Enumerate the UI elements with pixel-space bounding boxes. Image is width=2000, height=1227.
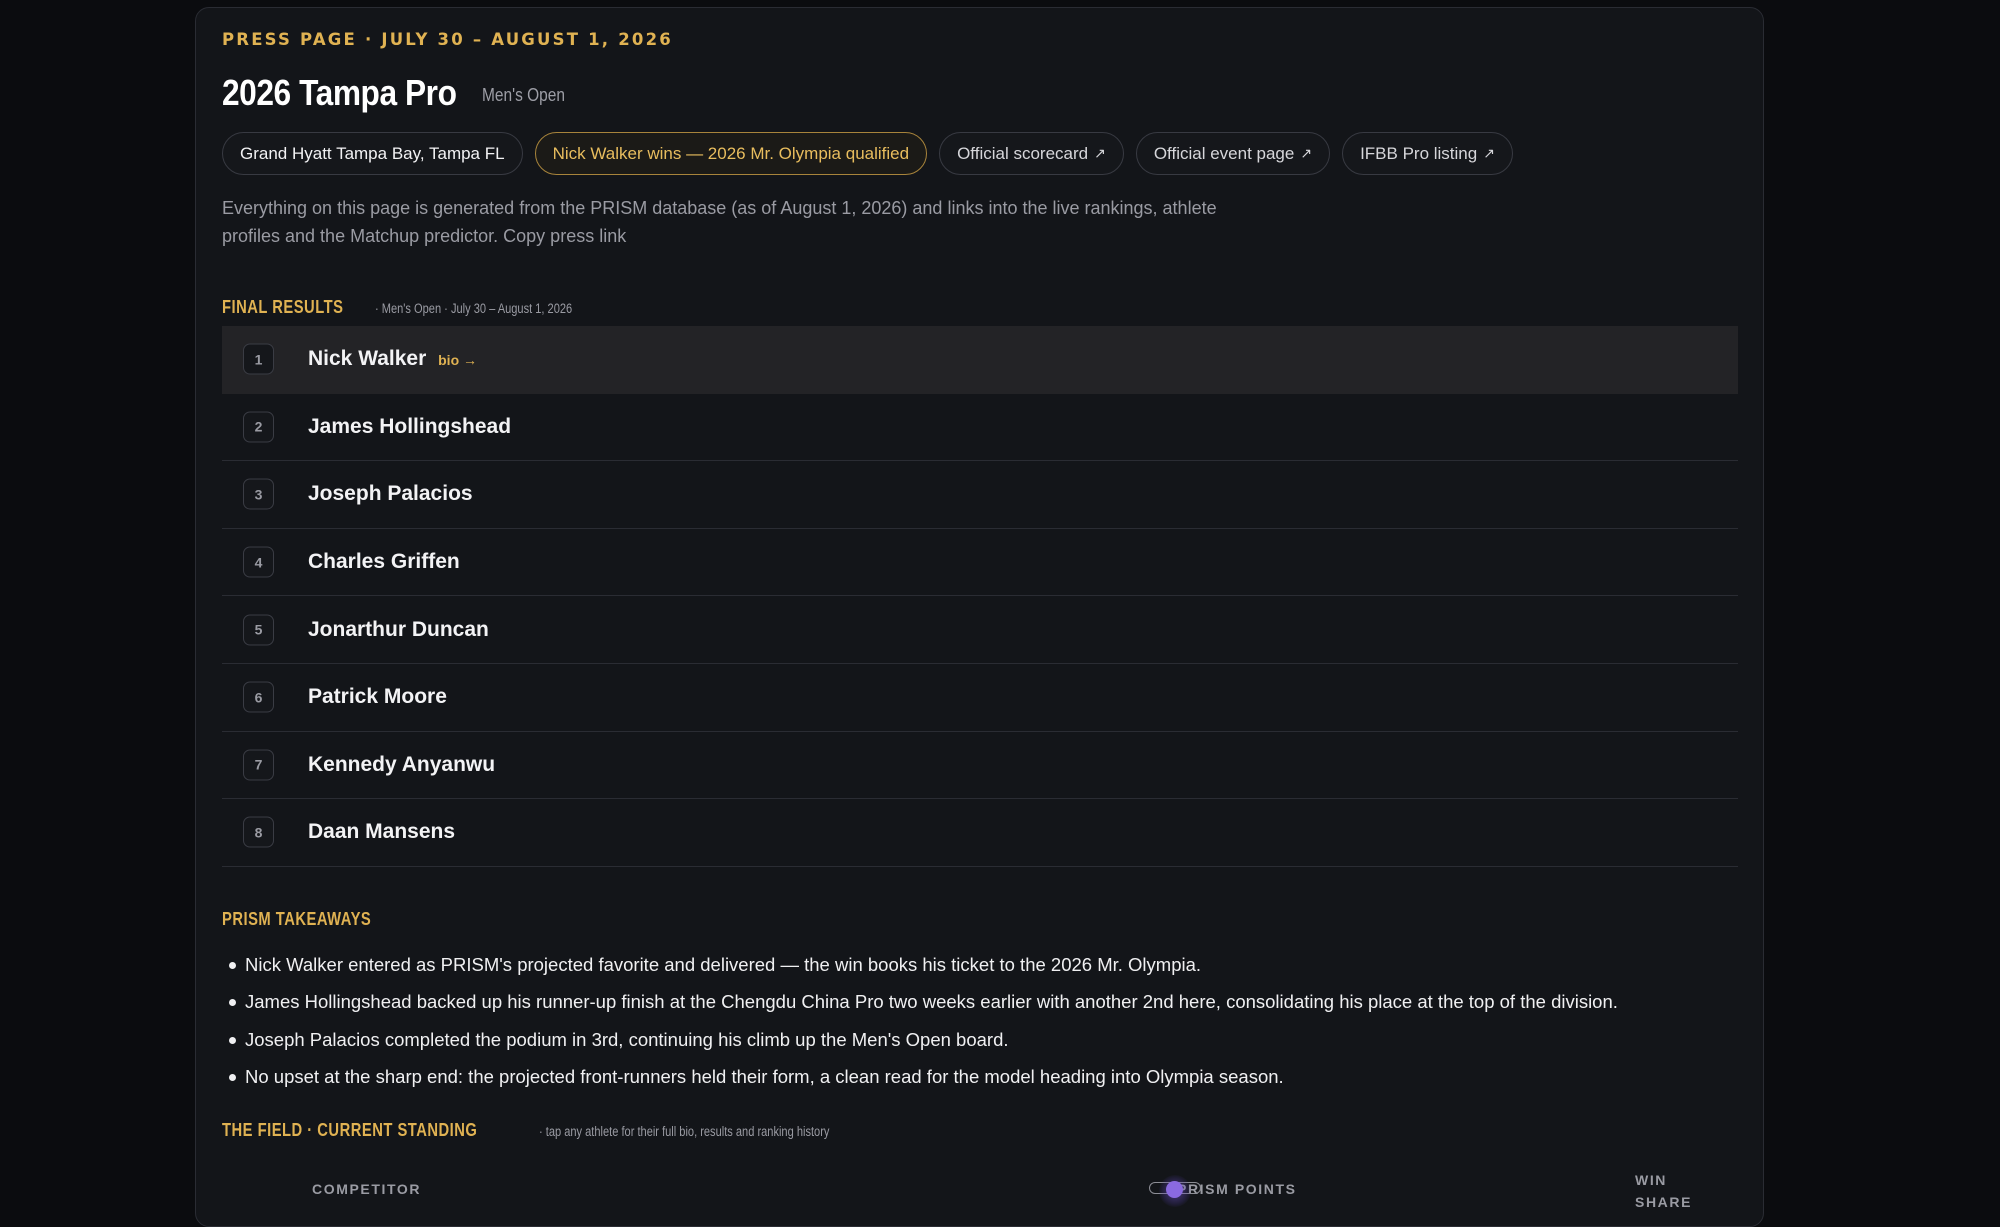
competitor-column-header[interactable]: COMPETITOR — [312, 1181, 421, 1197]
rank-badge: 4 — [243, 546, 274, 578]
ifbb-pro-listing-label: IFBB Pro listing — [1360, 143, 1478, 163]
athlete-name[interactable]: James Hollingshead — [308, 415, 511, 439]
result-row[interactable]: 6 Patrick Moore — [222, 664, 1738, 732]
athlete-name[interactable]: Charles Griffen — [308, 550, 460, 574]
result-row[interactable]: 1 Nick Walker bio → — [222, 326, 1738, 394]
final-results-heading: FINAL RESULTS · Men's Open · July 30 – A… — [222, 297, 616, 318]
official-event-page-link[interactable]: Official event page ↗ — [1135, 132, 1331, 175]
takeaways-title: PRISM TAKEAWAYS — [222, 909, 372, 929]
arrow-up-right-icon: ↗ — [1094, 145, 1106, 161]
ifbb-pro-listing-link[interactable]: IFBB Pro listing ↗ — [1342, 132, 1513, 175]
athlete-name: Nick Walker bio → — [308, 347, 477, 371]
press-page-card: PRESS PAGE · JULY 30 – AUGUST 1, 2026 20… — [195, 7, 1764, 1227]
rank-badge: 5 — [243, 614, 274, 646]
rank-badge: 8 — [243, 816, 274, 848]
final-results-subtitle: · Men's Open · July 30 – August 1, 2026 — [375, 301, 573, 316]
official-event-page-label: Official event page — [1153, 143, 1295, 163]
official-scorecard-label: Official scorecard — [957, 143, 1089, 163]
toggle-knob[interactable] — [1166, 1181, 1183, 1198]
athlete-name-text[interactable]: Nick Walker — [308, 347, 426, 370]
takeaway-item: Nick Walker entered as PRISM's projected… — [222, 946, 1738, 983]
athlete-name[interactable]: Kennedy Anyanwu — [308, 753, 495, 777]
final-results-list: 1 Nick Walker bio → 2 James Hollingshead… — [222, 326, 1738, 867]
winner-label: Nick Walker wins — 2026 Mr. Olympia qual… — [552, 143, 910, 163]
official-scorecard-link[interactable]: Official scorecard ↗ — [939, 132, 1124, 175]
rank-badge: 6 — [243, 681, 274, 713]
rank-badge: 2 — [243, 411, 274, 443]
field-heading: THE FIELD · CURRENT STANDING · tap any a… — [222, 1120, 893, 1141]
result-row[interactable]: 4 Charles Griffen — [222, 529, 1738, 597]
arrow-up-right-icon: ↗ — [1483, 145, 1495, 161]
bio-link[interactable]: bio → — [438, 352, 477, 368]
final-results-title: FINAL RESULTS — [222, 297, 344, 317]
title-row: 2026 Tampa Pro Men's Open — [222, 72, 578, 114]
venue-label: Grand Hyatt Tampa Bay, Tampa FL — [240, 143, 505, 163]
event-eyebrow: PRESS PAGE · JULY 30 – AUGUST 1, 2026 — [222, 30, 673, 49]
result-row[interactable]: 8 Daan Mansens — [222, 799, 1738, 867]
rank-badge: 7 — [243, 749, 274, 781]
result-row[interactable]: 7 Kennedy Anyanwu — [222, 732, 1738, 800]
page-title: 2026 Tampa Pro — [222, 72, 457, 113]
field-title: THE FIELD · CURRENT STANDING — [222, 1120, 478, 1140]
takeaway-item: No upset at the sharp end: the projected… — [222, 1058, 1738, 1095]
athlete-name[interactable]: Joseph Palacios — [308, 482, 473, 506]
venue-chip: Grand Hyatt Tampa Bay, Tampa FL — [222, 132, 523, 175]
takeaways-list: Nick Walker entered as PRISM's projected… — [222, 946, 1738, 1095]
win-share-column-header[interactable]: WIN SHARE — [1635, 1169, 1692, 1213]
rank-badge: 3 — [243, 478, 274, 510]
field-subtitle: · tap any athlete for their full bio, re… — [538, 1124, 829, 1139]
winner-chip[interactable]: Nick Walker wins — 2026 Mr. Olympia qual… — [534, 132, 928, 175]
division-label: Men's Open — [481, 85, 565, 105]
win-share-line-1: WIN — [1635, 1172, 1668, 1188]
athlete-name[interactable]: Daan Mansens — [308, 820, 455, 844]
takeaway-item: James Hollingshead backed up his runner-… — [222, 983, 1738, 1020]
arrow-up-right-icon: ↗ — [1300, 145, 1313, 161]
result-row[interactable]: 3 Joseph Palacios — [222, 461, 1738, 529]
takeaway-item: Joseph Palacios completed the podium in … — [222, 1021, 1738, 1058]
result-row[interactable]: 5 Jonarthur Duncan — [222, 596, 1738, 664]
athlete-name[interactable]: Patrick Moore — [308, 685, 447, 709]
rank-badge: 1 — [243, 343, 274, 375]
takeaways-heading: PRISM TAKEAWAYS — [222, 909, 404, 930]
result-row[interactable]: 2 James Hollingshead — [222, 394, 1738, 462]
event-chips: Grand Hyatt Tampa Bay, Tampa FL Nick Wal… — [222, 132, 1513, 175]
intro-text: Everything on this page is generated fro… — [222, 198, 1217, 246]
athlete-name[interactable]: Jonarthur Duncan — [308, 618, 489, 642]
